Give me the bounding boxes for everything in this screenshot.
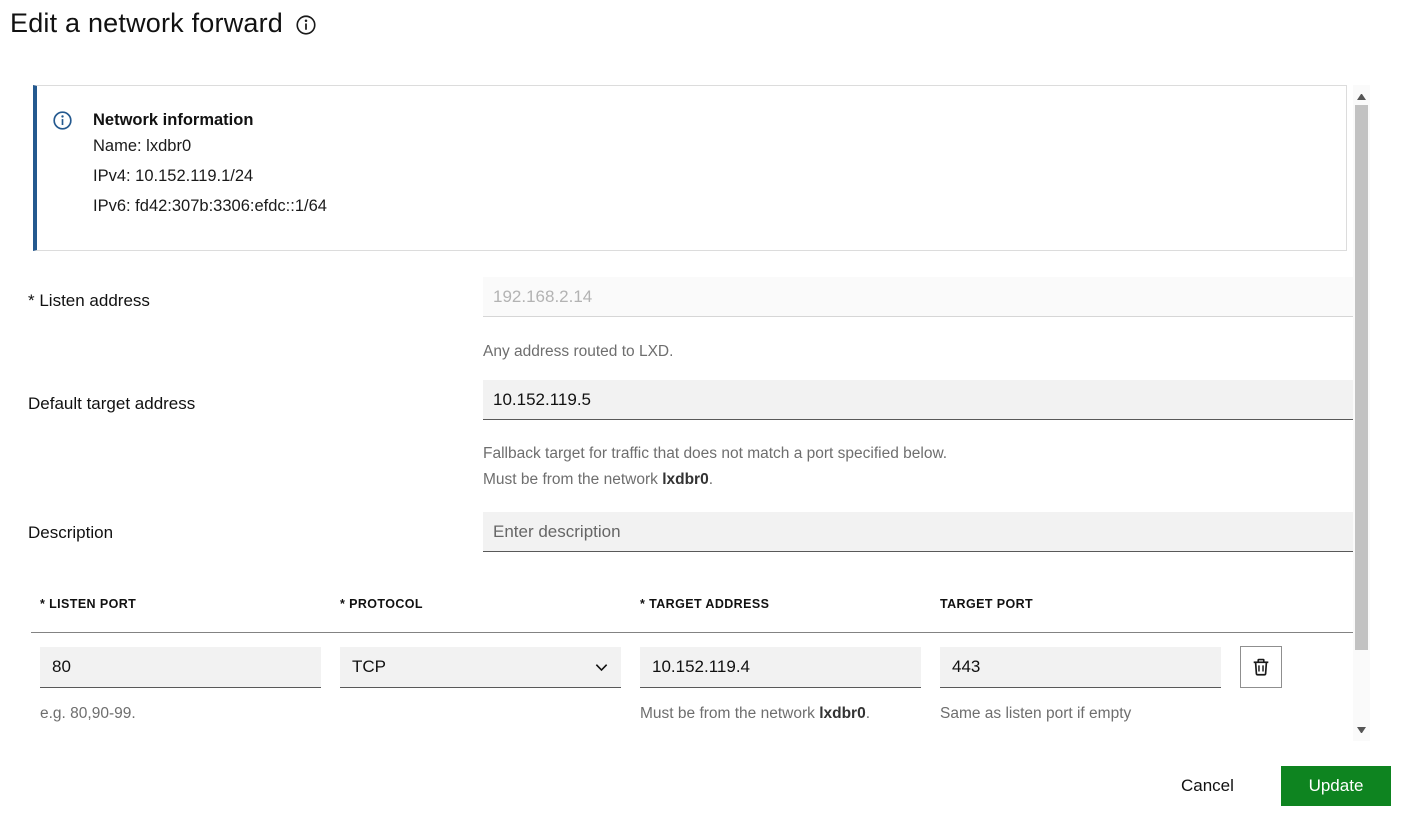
cancel-button[interactable]: Cancel	[1163, 766, 1252, 806]
trash-icon	[1252, 658, 1270, 676]
scrollbar-down-arrow[interactable]	[1357, 727, 1366, 733]
target-address-help-prefix: Must be from the network	[640, 705, 820, 722]
target-port-column-header: TARGET PORT	[940, 597, 1034, 611]
info-icon[interactable]	[296, 15, 316, 35]
description-input[interactable]	[483, 512, 1353, 552]
target-address-help: Must be from the network lxdbr0.	[640, 705, 870, 723]
network-name-line: Name: lxdbr0	[93, 137, 192, 155]
network-ipv4-line: IPv4: 10.152.119.1/24	[93, 167, 254, 185]
protocol-selected-value: TCP	[352, 657, 386, 676]
page-title: Edit a network forward	[10, 8, 284, 38]
network-name: lxdbr0	[662, 471, 709, 488]
update-button[interactable]: Update	[1281, 766, 1391, 806]
target-address-column-header: * TARGET ADDRESS	[640, 597, 770, 611]
vertical-scrollbar[interactable]	[1353, 85, 1370, 741]
delete-port-button[interactable]	[1240, 646, 1282, 688]
default-target-address-input[interactable]	[483, 380, 1353, 420]
target-address-input[interactable]	[640, 647, 921, 688]
network-name: lxdbr0	[819, 705, 866, 722]
help-line-2-suffix: .	[708, 471, 714, 488]
target-address-help-suffix: .	[865, 705, 871, 722]
help-line-2-prefix: Must be from the network	[483, 471, 663, 488]
chevron-down-icon	[594, 660, 609, 675]
scrollbar-thumb[interactable]	[1355, 105, 1368, 650]
network-information-banner: Network information Name: lxdbr0 IPv4: 1…	[33, 85, 1347, 251]
listen-address-help: Any address routed to LXD.	[483, 343, 674, 360]
page-title-row: Edit a network forward	[10, 8, 316, 39]
target-port-input[interactable]	[940, 647, 1221, 688]
protocol-select[interactable]: TCP	[340, 647, 621, 688]
listen-port-help: e.g. 80,90-99.	[40, 705, 136, 722]
listen-address-input[interactable]	[483, 277, 1353, 317]
network-ipv6-line: IPv6: fd42:307b:3306:efdc::1/64	[93, 197, 327, 215]
protocol-column-header: * PROTOCOL	[340, 597, 423, 611]
info-icon	[53, 111, 72, 130]
description-label: Description	[28, 523, 114, 542]
default-target-address-help: Fallback target for traffic that does no…	[483, 441, 947, 493]
listen-port-column-header: * LISTEN PORT	[40, 597, 137, 611]
scrollbar-up-arrow[interactable]	[1357, 94, 1366, 100]
listen-address-label: * Listen address	[28, 291, 150, 310]
edit-network-forward-page: Edit a network forward Network informati…	[0, 0, 1401, 819]
target-port-help: Same as listen port if empty	[940, 705, 1132, 722]
listen-port-input[interactable]	[40, 647, 321, 688]
table-header-divider	[31, 632, 1353, 633]
network-information-title: Network information	[93, 111, 254, 129]
default-target-address-label: Default target address	[28, 394, 196, 413]
help-line-1: Fallback target for traffic that does no…	[483, 445, 948, 462]
network-information-content: Network information Name: lxdbr0 IPv4: 1…	[93, 110, 327, 221]
